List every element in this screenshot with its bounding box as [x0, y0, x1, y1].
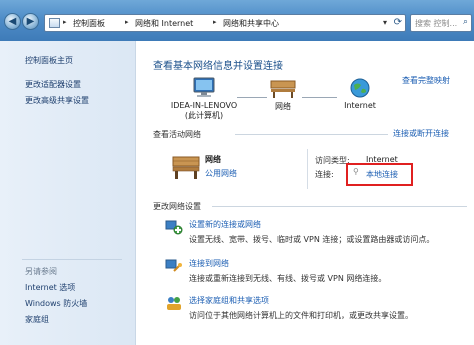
- sidebar-item-adapter-settings[interactable]: 更改适配器设置: [25, 79, 81, 90]
- network-setup-icon: [165, 218, 183, 236]
- homegroup-icon: [165, 294, 183, 312]
- map-computer-node[interactable]: IDEA-IN-LENOVO (此计算机): [159, 77, 249, 121]
- map-network-node[interactable]: 网络: [263, 77, 303, 112]
- task-connect-network-desc: 连接或重新连接到无线、有线、拨号或 VPN 网络连接。: [189, 274, 387, 283]
- search-input[interactable]: 搜索 控制... ⌕: [410, 14, 472, 32]
- sidebar-item-homegroup[interactable]: 家庭组: [25, 314, 49, 325]
- section-divider: [212, 206, 467, 207]
- sidebar-item-firewall[interactable]: Windows 防火墙: [25, 298, 87, 309]
- vertical-divider: [307, 149, 308, 189]
- task-homegroup-link[interactable]: 选择家庭组和共享选项: [189, 295, 269, 306]
- bench-icon: [270, 80, 296, 98]
- sidebar-item-advanced-sharing[interactable]: 更改高级共享设置: [25, 95, 89, 106]
- forward-button[interactable]: ▶: [22, 13, 39, 30]
- breadcrumb-chevron-icon[interactable]: ▸: [125, 18, 129, 26]
- breadcrumb-control-panel[interactable]: 控制面板: [73, 18, 105, 29]
- sidebar: 控制面板主页 更改适配器设置 更改高级共享设置 另请参阅 Internet 选项…: [0, 41, 136, 345]
- address-bar[interactable]: ▸ 控制面板 ▸ 网络和 Internet ▸ 网络和共享中心 ▾ ⟳: [44, 14, 406, 32]
- search-placeholder: 搜索 控制...: [415, 19, 458, 28]
- network-type-link[interactable]: 公用网络: [205, 168, 237, 179]
- breadcrumb-chevron-icon[interactable]: ▸: [213, 18, 217, 26]
- network-label: 网络: [275, 102, 291, 111]
- active-network-name: 网络: [205, 155, 221, 164]
- page-title: 查看基本网络信息并设置连接: [153, 61, 283, 72]
- internet-label: Internet: [344, 101, 376, 110]
- task-setup-connection-link[interactable]: 设置新的连接或网络: [189, 219, 261, 230]
- task-connect-network-link[interactable]: 连接到网络: [189, 258, 229, 269]
- address-dropdown-icon[interactable]: ▾: [383, 18, 387, 27]
- map-internet-node[interactable]: Internet: [335, 77, 385, 110]
- breadcrumb-sharing-center[interactable]: 网络和共享中心: [223, 18, 279, 29]
- change-settings-title: 更改网络设置: [153, 202, 201, 211]
- computer-icon: [193, 77, 215, 97]
- computer-name: IDEA-IN-LENOVO: [170, 101, 238, 110]
- access-type-label: 访问类型:: [315, 156, 350, 165]
- task-homegroup-desc: 访问位于其他网络计算机上的文件和打印机，或更改共享设置。: [189, 311, 413, 320]
- computer-sub: (此计算机): [184, 111, 224, 120]
- connection-label: 连接:: [315, 170, 334, 179]
- connect-network-icon: [165, 257, 183, 275]
- refresh-icon[interactable]: ⟳: [394, 17, 402, 28]
- view-full-map-link[interactable]: 查看完整映射: [402, 75, 450, 86]
- active-networks-title: 查看活动网络: [153, 130, 201, 139]
- back-button[interactable]: ◀: [4, 13, 21, 30]
- search-icon[interactable]: ⌕: [463, 17, 468, 27]
- section-divider: [235, 134, 388, 135]
- sidebar-item-internet-options[interactable]: Internet 选项: [25, 282, 75, 293]
- breadcrumb-network-internet[interactable]: 网络和 Internet: [135, 18, 193, 29]
- main-content: 查看基本网络信息并设置连接 查看完整映射 IDEA-IN-LENOVO (此计算…: [137, 41, 474, 345]
- sidebar-divider: [22, 259, 122, 260]
- map-link-line: [302, 97, 337, 98]
- control-panel-icon: [49, 18, 60, 28]
- globe-icon: [350, 78, 370, 98]
- network-bench-icon: [171, 154, 201, 180]
- breadcrumb-chevron-icon[interactable]: ▸: [63, 18, 67, 26]
- address-bar-area: ◀ ▶ ▸ 控制面板 ▸ 网络和 Internet ▸ 网络和共享中心 ▾ ⟳ …: [0, 0, 474, 41]
- see-also-title: 另请参阅: [25, 267, 57, 276]
- sidebar-item-control-panel-home[interactable]: 控制面板主页: [25, 55, 73, 66]
- task-setup-connection-desc: 设置无线、宽带、拨号、临时或 VPN 连接；或设置路由器或访问点。: [189, 235, 435, 244]
- connect-disconnect-link[interactable]: 连接或断开连接: [393, 128, 449, 139]
- highlight-box: [346, 163, 413, 186]
